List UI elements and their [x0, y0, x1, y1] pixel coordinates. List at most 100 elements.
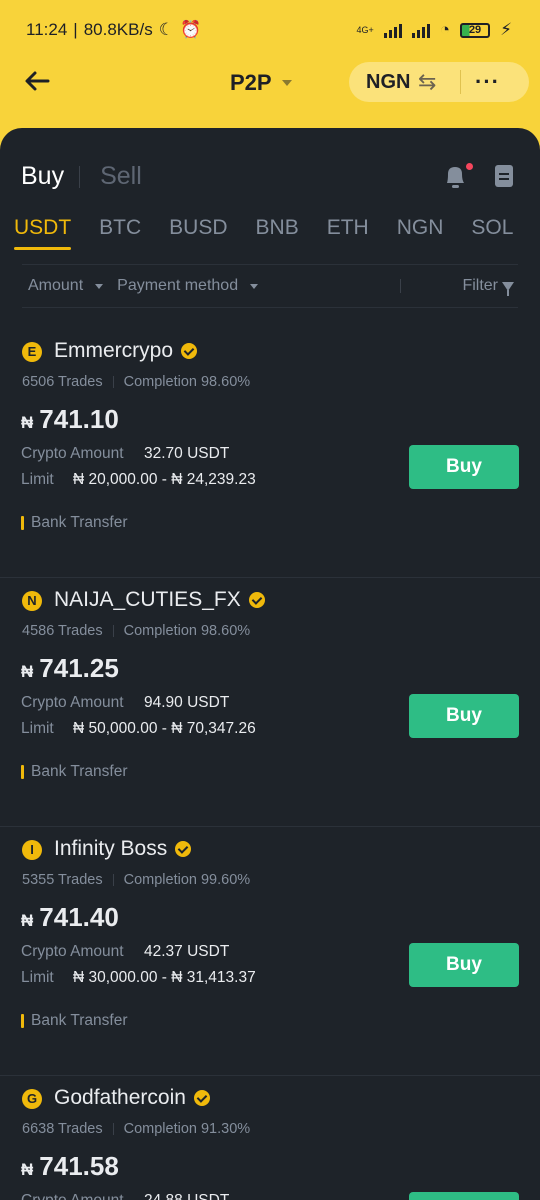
crypto-amount-label: Crypto Amount [21, 1192, 144, 1200]
more-icon[interactable]: ··· [475, 69, 500, 95]
price: ₦ 741.25 [21, 653, 119, 684]
crypto-amount-row: Crypto Amount 94.90 USDT [21, 694, 229, 712]
limit-label: Limit [21, 969, 54, 986]
limit-value: ₦ 50,000.00 - ₦ 70,347.26 [73, 720, 256, 737]
crypto-amount-value: 24.88 USDT [144, 1192, 229, 1200]
status-left: 11:24 | 80.8KB/s ☾ ⏰ [26, 20, 202, 39]
network-type: 4G+ [356, 25, 374, 35]
completion-rate: Completion 99.60% [123, 872, 251, 888]
chevron-down-icon [95, 283, 104, 289]
limit-row: Limit ₦ 50,000.00 - ₦ 70,347.26 [21, 720, 256, 738]
crypto-amount-row: Crypto Amount 24.88 USDT [21, 1192, 229, 1200]
p2p-title-dropdown[interactable]: P2P [230, 70, 292, 96]
page-title: P2P [230, 70, 272, 95]
merchant-stats: 6638 Trades Completion 91.30% [22, 1121, 250, 1137]
crypto-amount-row: Crypto Amount 32.70 USDT [21, 445, 229, 463]
signal-icon-2 [411, 22, 430, 38]
trade-count: 5355 Trades [22, 872, 103, 888]
status-bar: 11:24 | 80.8KB/s ☾ ⏰ 4G+ ◔ 29 ⚡ [0, 0, 540, 60]
verified-badge-icon [175, 841, 192, 857]
limit-label: Limit [21, 720, 54, 737]
price: ₦ 741.10 [21, 404, 119, 435]
price-value: 741.58 [39, 1151, 119, 1181]
naira-symbol: ₦ [21, 662, 34, 681]
avatar[interactable]: G [22, 1089, 42, 1109]
verified-badge-icon [248, 592, 265, 608]
crypto-amount-value: 94.90 USDT [144, 694, 230, 711]
payment-method-text: Bank Transfer [31, 514, 128, 531]
crypto-amount-label: Crypto Amount [21, 943, 124, 960]
merchant-name[interactable]: Godfathercoin [54, 1086, 186, 1110]
filter-button[interactable]: Filter [462, 277, 514, 296]
naira-symbol: ₦ [21, 1160, 34, 1179]
tab-ngn[interactable]: NGN [397, 216, 444, 250]
notification-dot [466, 163, 473, 170]
merchant-name[interactable]: Emmercrypo [54, 339, 173, 363]
network-speed: 80.8KB/s [83, 20, 153, 39]
moon-icon: ☾ [158, 20, 174, 39]
crypto-tabs: USDT BTC BUSD BNB ETH NGN SOL [14, 216, 513, 250]
tab-sell[interactable]: Sell [100, 162, 142, 191]
back-arrow-icon[interactable] [22, 66, 58, 102]
completion-rate: Completion 98.60% [123, 374, 251, 390]
price: ₦ 741.40 [21, 902, 119, 933]
naira-symbol: ₦ [21, 413, 34, 432]
merchant-stats: 5355 Trades Completion 99.60% [22, 872, 250, 888]
merchant-name[interactable]: Infinity Boss [54, 837, 167, 861]
trade-count: 6638 Trades [22, 1121, 103, 1137]
merchant-row: Godfathercoin [54, 1086, 210, 1110]
limit-value: ₦ 30,000.00 - ₦ 31,413.37 [73, 969, 256, 986]
crypto-amount-value: 42.37 USDT [144, 943, 230, 960]
payment-color-bar [21, 516, 24, 530]
crypto-amount-row: Crypto Amount 42.37 USDT [21, 943, 229, 961]
payment-color-bar [21, 765, 24, 779]
tab-btc[interactable]: BTC [99, 216, 141, 250]
verified-badge-icon [193, 1090, 210, 1106]
orders-document-icon[interactable] [495, 165, 513, 187]
limit-label: Limit [21, 471, 54, 488]
price-value: 741.40 [39, 902, 119, 932]
tab-buy[interactable]: Buy [21, 162, 64, 191]
trade-count: 6506 Trades [22, 374, 103, 390]
buy-button[interactable]: Buy [409, 1192, 519, 1200]
buy-button[interactable]: Buy [409, 694, 519, 738]
currency-selector[interactable]: NGN [366, 71, 418, 94]
completion-rate: Completion 91.30% [123, 1121, 251, 1137]
crypto-amount-label: Crypto Amount [21, 694, 124, 711]
tab-eth[interactable]: ETH [327, 216, 369, 250]
filter-bar: Amount Payment method Filter [22, 264, 518, 308]
divider [400, 279, 401, 293]
buy-button[interactable]: Buy [409, 943, 519, 987]
status-right: 4G+ ◔ 29 ⚡ [357, 20, 512, 40]
merchant-row: Infinity Boss [54, 837, 192, 861]
payment-method-text: Bank Transfer [31, 763, 128, 780]
amount-filter[interactable]: Amount [28, 277, 104, 295]
tab-usdt[interactable]: USDT [14, 216, 72, 250]
merchant-name[interactable]: NAIJA_CUTIES_FX [54, 588, 241, 612]
tab-busd[interactable]: BUSD [169, 216, 227, 250]
payment-method-filter[interactable]: Payment method [117, 277, 259, 295]
avatar[interactable]: I [22, 840, 42, 860]
wifi-icon: ◔ [439, 20, 451, 39]
divider [79, 165, 81, 188]
naira-symbol: ₦ [21, 911, 34, 930]
swap-icon[interactable]: ⇆ [418, 69, 454, 95]
tab-bnb[interactable]: BNB [256, 216, 299, 250]
buy-button[interactable]: Buy [409, 445, 519, 489]
avatar[interactable]: E [22, 342, 42, 362]
crypto-amount-value: 32.70 USDT [144, 445, 230, 462]
funnel-icon [502, 281, 514, 296]
tab-sol[interactable]: SOL [471, 216, 513, 250]
price: ₦ 741.58 [21, 1151, 119, 1182]
payment-method-tag: Bank Transfer [21, 763, 128, 781]
clock: 11:24 [26, 20, 68, 39]
offer-card: E Emmercrypo 6506 Trades Completion 98.6… [0, 329, 540, 578]
avatar[interactable]: N [22, 591, 42, 611]
offer-card: I Infinity Boss 5355 Trades Completion 9… [0, 827, 540, 1076]
payment-method-label: Payment method [117, 277, 239, 294]
merchant-row: NAIJA_CUTIES_FX [54, 588, 265, 612]
divider [460, 70, 461, 94]
currency-pill: NGN ⇆ ··· [349, 62, 529, 102]
amount-filter-label: Amount [28, 277, 84, 294]
app-header: P2P NGN ⇆ ··· [0, 60, 540, 128]
